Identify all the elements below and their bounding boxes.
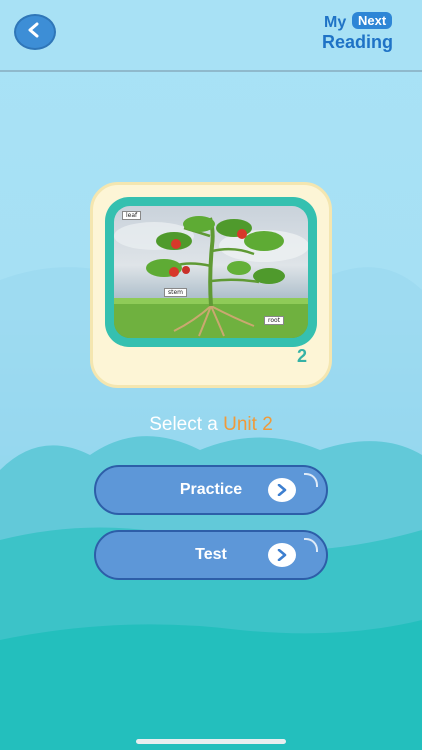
select-unit-heading: Select a Unit 2 [0,414,422,436]
unit-card[interactable]: leaf stem root 2 [90,182,332,388]
button-shine [304,538,318,552]
selected-unit: Unit 2 [223,414,273,435]
logo-my: My [324,14,347,31]
practice-button[interactable]: Practice [94,465,328,515]
top-bar: My Next Reading [0,0,422,72]
app-logo: My Next Reading [320,12,406,58]
test-label: Test [195,546,227,563]
select-prefix: Select a [149,414,218,435]
root-label: root [264,316,285,325]
home-indicator[interactable] [136,739,286,744]
logo-next: Next [352,12,393,29]
logo-reading: Reading [322,32,394,52]
unit-number-badge: 2 [296,346,307,366]
leaf-label: leaf [122,211,142,220]
unit-image-frame: leaf stem root [105,197,317,347]
practice-label: Practice [179,481,243,498]
plant-image: leaf stem root [114,206,308,338]
arrow-right-icon [268,543,296,567]
arrow-right-icon [268,478,296,502]
button-shine [304,473,318,487]
test-button[interactable]: Test [94,530,328,580]
stem-label: stem [164,288,188,297]
back-chevron-icon [25,22,45,42]
back-button[interactable] [14,14,56,50]
